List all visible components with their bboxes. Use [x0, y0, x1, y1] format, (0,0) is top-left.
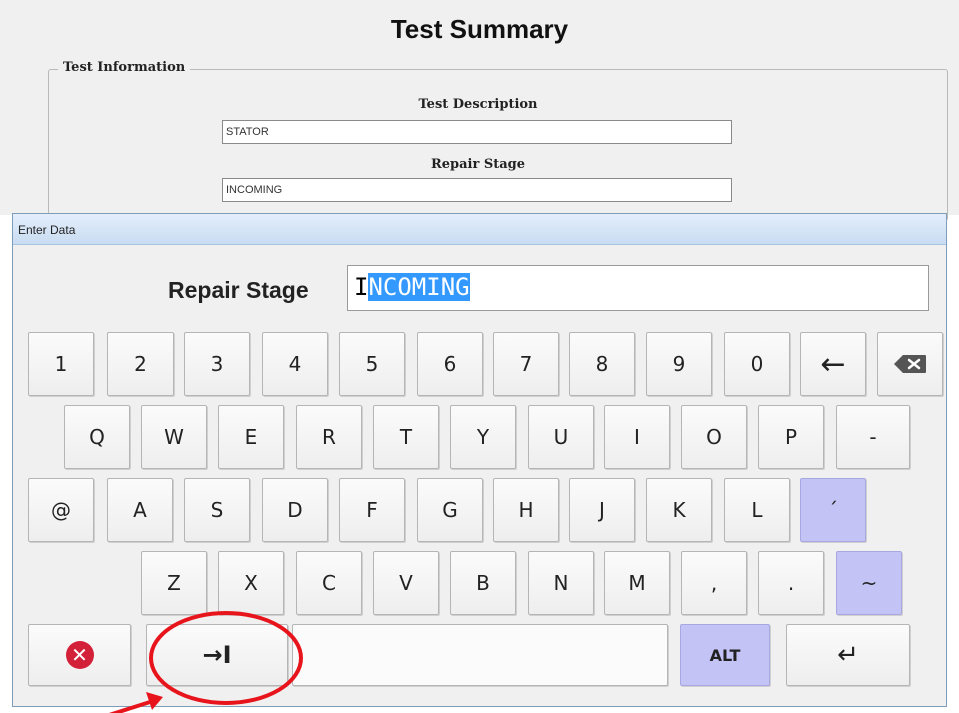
key-period[interactable]: . [758, 551, 824, 615]
key-b[interactable]: B [450, 551, 516, 615]
key-6[interactable]: 6 [417, 332, 483, 396]
enter-icon: ↵ [837, 640, 859, 670]
cancel-icon: ✕ [65, 641, 94, 669]
key-h[interactable]: H [493, 478, 559, 542]
key-l[interactable]: L [724, 478, 790, 542]
key-at[interactable]: @ [28, 478, 94, 542]
key-u[interactable]: U [528, 405, 594, 469]
key-4[interactable]: 4 [262, 332, 328, 396]
key-o[interactable]: O [681, 405, 747, 469]
test-description-field[interactable]: STATOR [222, 120, 732, 144]
test-description-label: Test Description [418, 97, 538, 112]
key-c[interactable]: C [296, 551, 362, 615]
key-tilde[interactable]: ~ [836, 551, 902, 615]
key-a[interactable]: A [107, 478, 173, 542]
tab-icon: →I [202, 641, 232, 669]
key-j[interactable]: J [569, 478, 635, 542]
enter-key[interactable]: ↵ [786, 624, 910, 686]
key-e[interactable]: E [218, 405, 284, 469]
repair-stage-label: Repair Stage [430, 157, 526, 172]
left-arrow-key[interactable]: ← [800, 332, 866, 396]
cancel-key[interactable]: ✕ [28, 624, 131, 686]
key-2[interactable]: 2 [107, 332, 174, 396]
key-m[interactable]: M [604, 551, 670, 615]
group-title: Test Information [58, 60, 191, 75]
page-title: Test Summary [390, 14, 569, 44]
key-r[interactable]: R [296, 405, 362, 469]
dialog-title: Enter Data [18, 223, 76, 237]
dialog-titlebar[interactable]: Enter Data [13, 214, 946, 245]
key-8[interactable]: 8 [569, 332, 635, 396]
key-d[interactable]: D [262, 478, 328, 542]
key-3[interactable]: 3 [184, 332, 250, 396]
key-i[interactable]: I [604, 405, 670, 469]
backspace-icon [893, 354, 927, 374]
entry-selected-text: NCOMING [368, 273, 470, 301]
key-k[interactable]: K [646, 478, 712, 542]
left-arrow-icon: ← [820, 346, 846, 382]
key-comma[interactable]: , [681, 551, 747, 615]
key-w[interactable]: W [141, 405, 207, 469]
key-9[interactable]: 9 [646, 332, 712, 396]
key-s[interactable]: S [184, 478, 250, 542]
key-q[interactable]: Q [64, 405, 130, 469]
backspace-key[interactable] [877, 332, 943, 396]
repair-stage-field[interactable]: INCOMING [222, 178, 732, 202]
key-y[interactable]: Y [450, 405, 516, 469]
entry-text: I [354, 273, 369, 301]
key-p[interactable]: P [758, 405, 824, 469]
key-z[interactable]: Z [141, 551, 207, 615]
key-f[interactable]: F [339, 478, 405, 542]
test-summary-window: Test Summary Test Information Test Descr… [0, 0, 959, 221]
key-n[interactable]: N [528, 551, 594, 615]
key-0[interactable]: 0 [724, 332, 790, 396]
key-x[interactable]: X [218, 551, 284, 615]
key-v[interactable]: V [373, 551, 439, 615]
tab-key[interactable]: →I [146, 624, 288, 686]
key-t[interactable]: T [373, 405, 439, 469]
key-7[interactable]: 7 [493, 332, 559, 396]
space-key[interactable] [292, 624, 668, 686]
key-5[interactable]: 5 [339, 332, 405, 396]
alt-key[interactable]: ALT [680, 624, 770, 686]
entry-input[interactable]: INCOMING [347, 265, 929, 311]
key-1[interactable]: 1 [28, 332, 94, 396]
key-acute[interactable]: ´ [800, 478, 866, 542]
key-g[interactable]: G [417, 478, 483, 542]
entry-field-label: Repair Stage [168, 277, 309, 303]
key-hyphen[interactable]: - [836, 405, 910, 469]
